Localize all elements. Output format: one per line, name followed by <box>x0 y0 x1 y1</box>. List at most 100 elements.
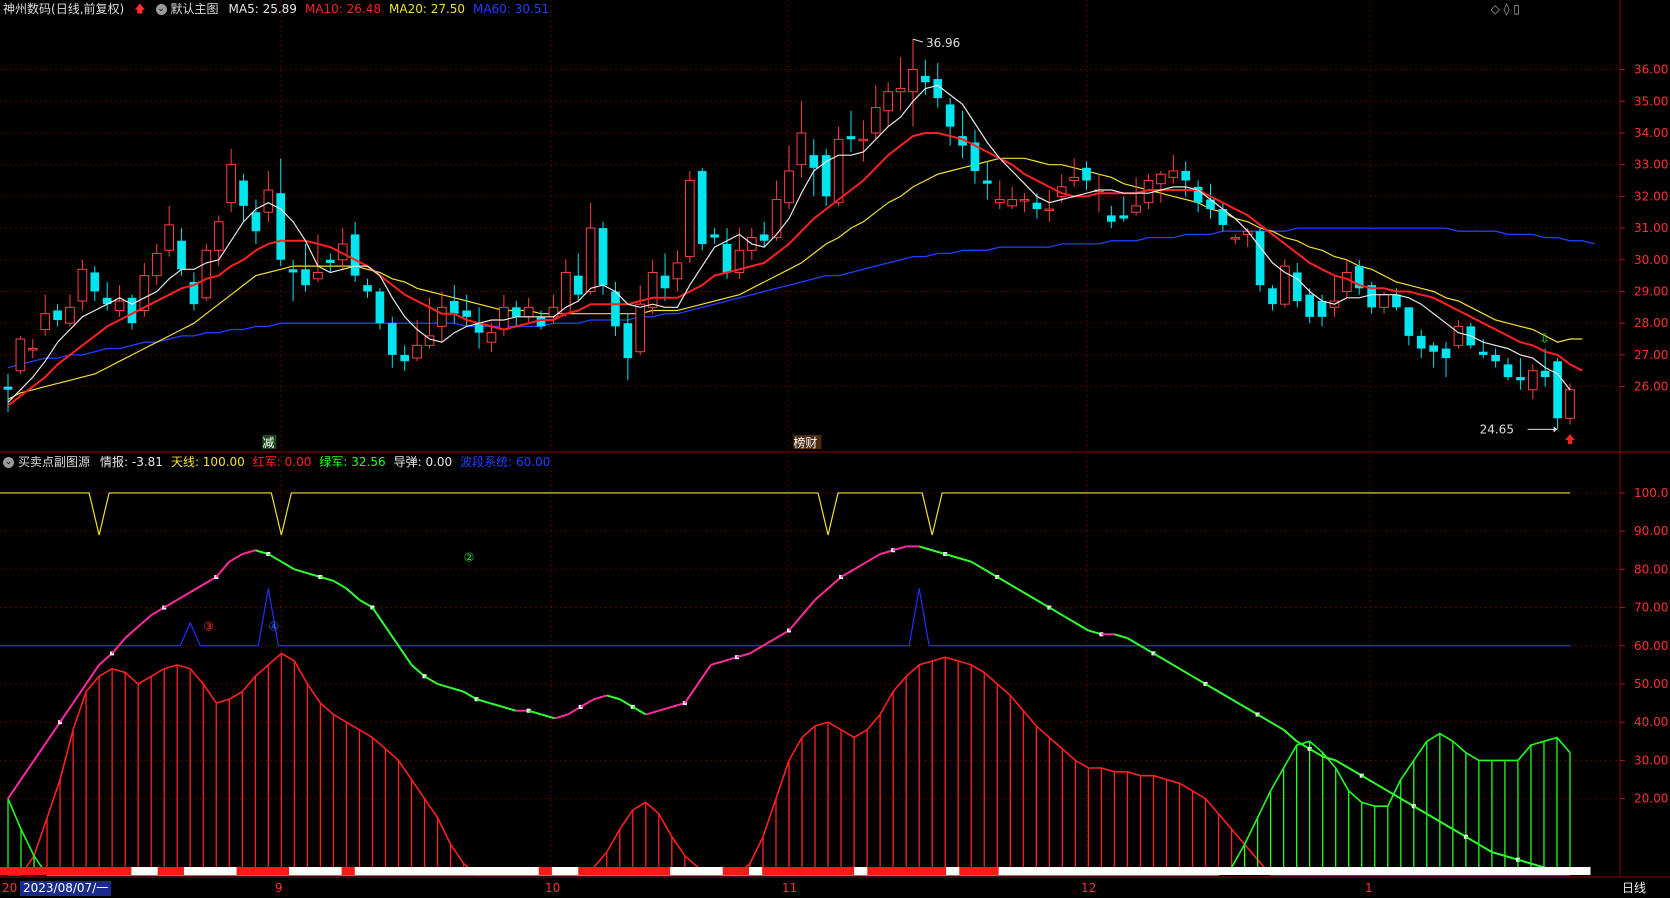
candle-body <box>697 171 707 244</box>
signal-strip-segment <box>538 867 553 875</box>
stock-chart[interactable]: 26.00 27.00 28.00 29.00 30.00 31.00 32.00 33.00… <box>0 0 1670 878</box>
candle-body <box>1305 294 1315 317</box>
candle <box>523 297 534 324</box>
month-label: 11 <box>782 881 798 895</box>
candle-body <box>1181 171 1191 181</box>
y-tick-label: 33.00 <box>1634 158 1668 172</box>
candle <box>164 205 174 257</box>
signal-strip-segment <box>972 867 987 875</box>
signal-strip-segment <box>749 867 763 875</box>
signal-strip-segment <box>91 867 106 875</box>
candle <box>239 174 248 222</box>
intel-line-segment <box>1114 633 1128 640</box>
candle-body <box>288 269 298 273</box>
signal-strip-segment <box>643 867 658 875</box>
candle-body <box>27 348 38 351</box>
period-button[interactable]: 日线 <box>1622 880 1646 896</box>
y-tick-label: 30.00 <box>1634 253 1668 267</box>
signal-strip-segment <box>775 867 789 875</box>
candle-body <box>15 338 26 372</box>
candle <box>313 234 323 282</box>
y-tick-label: 34.00 <box>1634 126 1668 140</box>
candle <box>3 373 13 412</box>
signal-strip-segment <box>1169 867 1184 875</box>
signal-strip-segment <box>1143 867 1157 875</box>
candle <box>994 180 1005 210</box>
candle <box>90 266 100 301</box>
signal-strip-segment <box>1051 867 1065 875</box>
candle-body <box>151 252 162 277</box>
signal-strip-segment <box>1248 867 1262 875</box>
signal-strip-segment <box>144 867 159 875</box>
intel-line-segment <box>593 694 608 701</box>
intel-line-segment <box>450 686 464 693</box>
low-price-label: 24.65 <box>1480 422 1514 436</box>
signal-strip-segment <box>1366 867 1381 875</box>
candle-body <box>1392 294 1401 308</box>
signal-strip-segment <box>78 867 93 875</box>
candle <box>1268 285 1277 311</box>
candle-body <box>1168 170 1179 178</box>
candle-body <box>1553 361 1562 419</box>
candle <box>1007 186 1017 210</box>
candle-body <box>660 275 670 289</box>
candle <box>1280 259 1290 308</box>
intel-line-segment <box>1218 690 1233 701</box>
signal-strip-segment <box>302 867 316 875</box>
candle <box>1181 161 1191 197</box>
candle-body <box>40 313 51 331</box>
intel-line-segment <box>489 702 503 708</box>
intel-line-segment <box>163 599 178 609</box>
candle-body <box>635 303 646 353</box>
signal-strip-segment <box>197 867 211 875</box>
signal-strip-segment <box>512 867 527 875</box>
candle <box>784 145 794 210</box>
candle-body <box>647 271 658 308</box>
candle <box>1516 358 1525 390</box>
candle <box>809 139 819 197</box>
signal-strip-segment <box>854 867 868 875</box>
y-tick-label: 70.00 <box>1634 601 1668 615</box>
candle <box>77 259 88 311</box>
signal-strip-segment <box>0 867 14 875</box>
candle-body <box>511 307 521 317</box>
y-tick-label: 90.00 <box>1634 524 1668 538</box>
candle <box>1069 158 1079 187</box>
candle-body <box>1565 389 1575 419</box>
candle-body <box>313 271 323 280</box>
candle <box>189 272 199 311</box>
signal-strip-segment <box>1261 867 1276 875</box>
y-tick-label: 50.00 <box>1634 677 1668 691</box>
signal-strip-segment <box>341 867 356 875</box>
candle-body <box>486 332 497 343</box>
intel-line-segment <box>970 560 985 571</box>
signal-strip-segment <box>394 867 408 875</box>
intel-line-segment <box>189 583 204 594</box>
signal-strip-segment <box>13 867 27 875</box>
signal-strip-segment <box>1274 867 1289 875</box>
candle <box>846 110 856 152</box>
candle <box>945 98 955 146</box>
intel-line-segment <box>684 683 699 704</box>
candle-body <box>672 262 683 280</box>
intel-line-segment <box>1205 683 1220 693</box>
candle-body <box>858 138 869 142</box>
signal-strip-segment <box>65 867 80 875</box>
candle <box>1119 196 1129 222</box>
date-prefix: 20 <box>2 881 18 895</box>
candle-body <box>127 297 137 324</box>
intel-line-segment <box>384 626 400 647</box>
signal-marker-label: 榜财 <box>793 435 817 450</box>
signal-strip-segment <box>459 867 474 875</box>
candle-body <box>213 221 224 251</box>
signal-strip-segment <box>683 867 697 875</box>
signal-strip-segment <box>932 867 947 875</box>
candle-body <box>1404 307 1414 336</box>
signal-strip-segment <box>591 867 605 875</box>
candle-body <box>301 269 310 286</box>
candle <box>623 313 633 381</box>
intel-line-segment <box>46 721 61 742</box>
signal-strip-segment <box>354 867 369 875</box>
intel-line-segment <box>176 591 191 601</box>
signal-strip-segment <box>1511 867 1525 875</box>
